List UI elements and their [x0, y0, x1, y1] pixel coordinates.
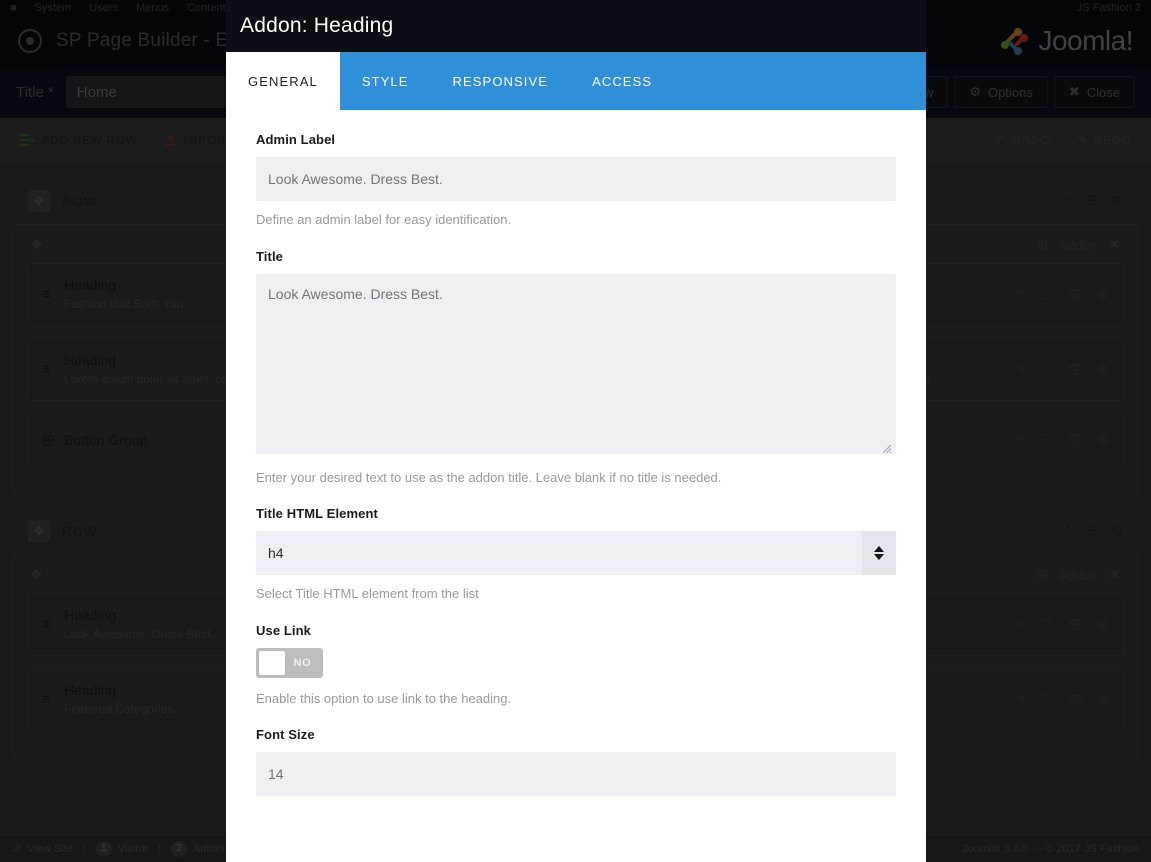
- title-help: Enter your desired text to use as the ad…: [256, 469, 722, 485]
- admin-label-label: Admin Label: [256, 132, 336, 147]
- tab-responsive-label: RESPONSIVE: [452, 73, 549, 89]
- use-link-toggle[interactable]: NO: [256, 647, 323, 678]
- use-link-toggle-state: NO: [293, 656, 312, 669]
- tab-style[interactable]: STYLE: [340, 52, 431, 110]
- title-textarea[interactable]: [256, 273, 896, 454]
- field-group-admin-label: Admin Label Define an admin label for ea…: [256, 132, 896, 229]
- tab-style-label: STYLE: [361, 73, 409, 89]
- title-label: Title: [256, 248, 283, 264]
- title-html-element-label: Title HTML Element: [256, 506, 378, 522]
- use-link-help: Enable this option to use link to the he…: [256, 690, 512, 706]
- use-link-label: Use Link: [256, 622, 311, 638]
- font-size-input[interactable]: [256, 752, 896, 797]
- tab-general[interactable]: GENERAL: [226, 52, 340, 110]
- field-group-title-html-element: Title HTML Element h4 Select Title HTML …: [256, 506, 896, 603]
- tab-access[interactable]: ACCESS: [570, 52, 674, 110]
- field-group-font-size: Font Size: [256, 727, 896, 797]
- modal-title: Addon: Heading: [240, 14, 394, 37]
- admin-label-input[interactable]: [256, 157, 896, 201]
- font-size-label: Font Size: [256, 727, 315, 743]
- field-group-use-link: Use Link NO Enable this option to use li…: [256, 623, 896, 708]
- title-html-element-select[interactable]: h4: [256, 531, 896, 576]
- addon-settings-modal: Addon: Heading GENERAL STYLE RESPONSIVE …: [226, 0, 926, 862]
- title-textarea-wrap: [256, 273, 896, 459]
- title-html-element-help: Select Title HTML element from the list: [256, 586, 479, 602]
- modal-body: Admin Label Define an admin label for ea…: [226, 110, 926, 862]
- modal-tab-bar: GENERAL STYLE RESPONSIVE ACCESS: [226, 52, 926, 110]
- title-html-element-select-wrap: h4: [256, 531, 896, 576]
- toggle-knob: [259, 650, 285, 675]
- tab-access-label: ACCESS: [592, 73, 653, 89]
- admin-label-help: Define an admin label for easy identific…: [256, 212, 512, 227]
- tab-general-label: GENERAL: [248, 73, 318, 89]
- field-group-title: Title Enter your desired text to use as …: [256, 249, 896, 487]
- tab-responsive[interactable]: RESPONSIVE: [431, 52, 571, 110]
- modal-header: Addon: Heading: [226, 0, 926, 52]
